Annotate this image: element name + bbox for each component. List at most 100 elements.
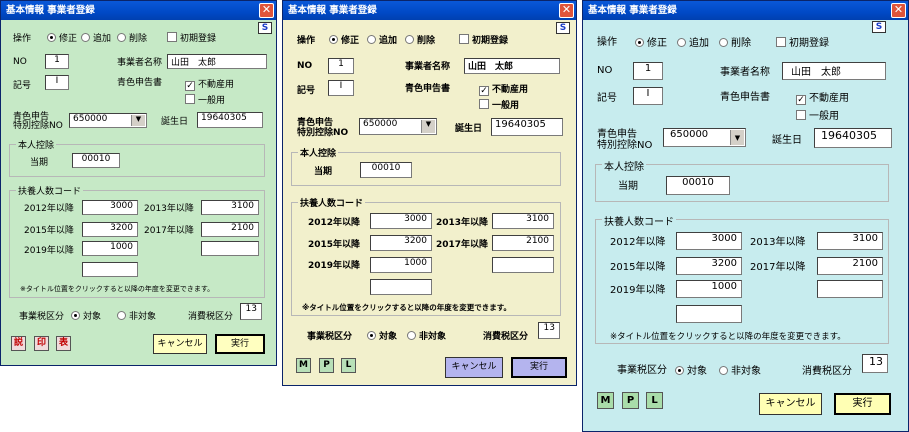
no-field[interactable]: 1 [45, 54, 69, 69]
v2017-field[interactable]: 2100 [817, 257, 883, 275]
in-button[interactable]: 印 [34, 336, 49, 351]
l-button[interactable]: L [646, 392, 663, 409]
checkbox-ippan[interactable]: 一般用 [479, 98, 519, 111]
radio-tax-no[interactable]: 非対象 [407, 329, 446, 342]
y2013-label[interactable]: 2013年以降 [750, 233, 805, 248]
blank-field-left[interactable] [676, 305, 742, 323]
chevron-down-icon[interactable]: ▼ [131, 115, 145, 126]
v2015-field[interactable]: 3200 [370, 235, 432, 251]
radio-delete[interactable]: 削除 [405, 33, 435, 46]
cancel-button[interactable]: キャンセル [153, 334, 207, 354]
y2019-label[interactable]: 2019年以降 [24, 243, 74, 256]
touki-field[interactable]: 00010 [666, 176, 730, 195]
birth-field[interactable]: 19640305 [197, 112, 263, 128]
v2012-field[interactable]: 3000 [370, 213, 432, 229]
chevron-down-icon[interactable]: ▼ [421, 120, 435, 133]
checkbox-fudosan[interactable]: ✓ 不動産用 [185, 77, 234, 91]
v2012-field[interactable]: 3000 [676, 232, 742, 250]
y2019-label[interactable]: 2019年以降 [308, 258, 360, 271]
v2017-field[interactable]: 2100 [201, 222, 259, 237]
radio-delete[interactable]: 削除 [719, 34, 751, 49]
p-button[interactable]: P [622, 392, 639, 409]
cancel-button[interactable]: キャンセル [445, 357, 503, 378]
y2015-label[interactable]: 2015年以降 [24, 223, 74, 236]
exec-button[interactable]: 実行 [511, 357, 567, 378]
y2017-label[interactable]: 2017年以降 [144, 223, 194, 236]
kigo-field[interactable]: I [45, 75, 69, 90]
radio-add[interactable]: 追加 [677, 34, 709, 49]
birth-field[interactable]: 19640305 [814, 128, 892, 148]
checkbox-ippan[interactable]: 一般用 [796, 107, 839, 122]
cons-field[interactable]: 13 [240, 303, 262, 320]
v2013-field[interactable]: 3100 [817, 232, 883, 250]
radio-tax-yes[interactable]: 対象 [71, 309, 101, 322]
blue-no-select[interactable]: 650000 ▼ [359, 118, 437, 135]
v2013-field[interactable]: 3100 [492, 213, 554, 229]
no-field[interactable]: 1 [328, 58, 354, 74]
blank-field-left[interactable] [370, 279, 432, 295]
y2015-label[interactable]: 2015年以降 [610, 258, 665, 273]
y2012-label[interactable]: 2012年以降 [308, 215, 360, 228]
checkbox-ippan[interactable]: 一般用 [185, 93, 225, 106]
y2017-label[interactable]: 2017年以降 [750, 258, 805, 273]
radio-tax-no[interactable]: 非対象 [719, 362, 761, 377]
radio-delete[interactable]: 削除 [117, 31, 147, 44]
v2013-field[interactable]: 3100 [201, 200, 259, 215]
hyo-button[interactable]: 表 [56, 336, 71, 351]
v2015-field[interactable]: 3200 [82, 222, 138, 237]
checkbox-initial-reg[interactable]: 初期登録 [776, 34, 829, 49]
m-button[interactable]: M [296, 358, 311, 373]
close-icon[interactable]: ✕ [559, 3, 574, 18]
y2013-label[interactable]: 2013年以降 [144, 201, 194, 214]
radio-modify[interactable]: 修正 [329, 33, 359, 46]
y2019-label[interactable]: 2019年以降 [610, 281, 665, 296]
y2017-label[interactable]: 2017年以降 [436, 237, 488, 250]
setsu-button[interactable]: 説 [11, 336, 26, 351]
checkbox-initial-reg[interactable]: 初期登録 [459, 33, 508, 46]
kigo-field[interactable]: I [328, 80, 354, 96]
touki-field[interactable]: 00010 [360, 162, 412, 178]
cancel-button[interactable]: キャンセル [759, 393, 822, 415]
v2019-field[interactable]: 1000 [676, 280, 742, 298]
cons-field[interactable]: 13 [538, 322, 560, 339]
blue-no-select[interactable]: 650000 ▼ [69, 113, 147, 128]
m-button[interactable]: M [597, 392, 614, 409]
v2015-field[interactable]: 3200 [676, 257, 742, 275]
exec-button[interactable]: 実行 [834, 393, 891, 415]
close-icon[interactable]: ✕ [891, 3, 906, 18]
radio-add[interactable]: 追加 [81, 31, 111, 44]
v2017-field[interactable]: 2100 [492, 235, 554, 251]
name-field[interactable]: 山田 太郎 [167, 54, 267, 69]
blue-no-select[interactable]: 650000 ▼ [663, 128, 746, 147]
p-button[interactable]: P [319, 358, 334, 373]
chevron-down-icon[interactable]: ▼ [730, 130, 744, 145]
kigo-field[interactable]: I [633, 87, 663, 105]
name-field[interactable]: 山田 太郎 [782, 62, 886, 80]
touki-field[interactable]: 00010 [72, 153, 120, 168]
radio-tax-yes[interactable]: 対象 [675, 362, 707, 377]
radio-tax-yes[interactable]: 対象 [367, 329, 397, 342]
l-button[interactable]: L [341, 358, 356, 373]
checkbox-initial-reg[interactable]: 初期登録 [167, 31, 216, 44]
blank-field-left[interactable] [82, 262, 138, 277]
no-field[interactable]: 1 [633, 62, 663, 80]
blank-field-right[interactable] [492, 257, 554, 273]
checkbox-fudosan[interactable]: ✓ 不動産用 [479, 82, 528, 96]
y2012-label[interactable]: 2012年以降 [24, 201, 74, 214]
v2012-field[interactable]: 3000 [82, 200, 138, 215]
name-field[interactable]: 山田 太郎 [464, 58, 560, 74]
y2015-label[interactable]: 2015年以降 [308, 237, 360, 250]
v2019-field[interactable]: 1000 [82, 241, 138, 256]
close-icon[interactable]: ✕ [259, 3, 274, 18]
radio-add[interactable]: 追加 [367, 33, 397, 46]
y2013-label[interactable]: 2013年以降 [436, 215, 488, 228]
exec-button[interactable]: 実行 [215, 334, 265, 354]
radio-modify[interactable]: 修正 [635, 34, 667, 49]
blank-field-right[interactable] [817, 280, 883, 298]
birth-field[interactable]: 19640305 [491, 118, 563, 136]
checkbox-fudosan[interactable]: ✓ 不動産用 [796, 89, 849, 105]
cons-field[interactable]: 13 [862, 354, 888, 373]
blank-field-right[interactable] [201, 241, 259, 256]
radio-tax-no[interactable]: 非対象 [117, 309, 156, 322]
y2012-label[interactable]: 2012年以降 [610, 233, 665, 248]
